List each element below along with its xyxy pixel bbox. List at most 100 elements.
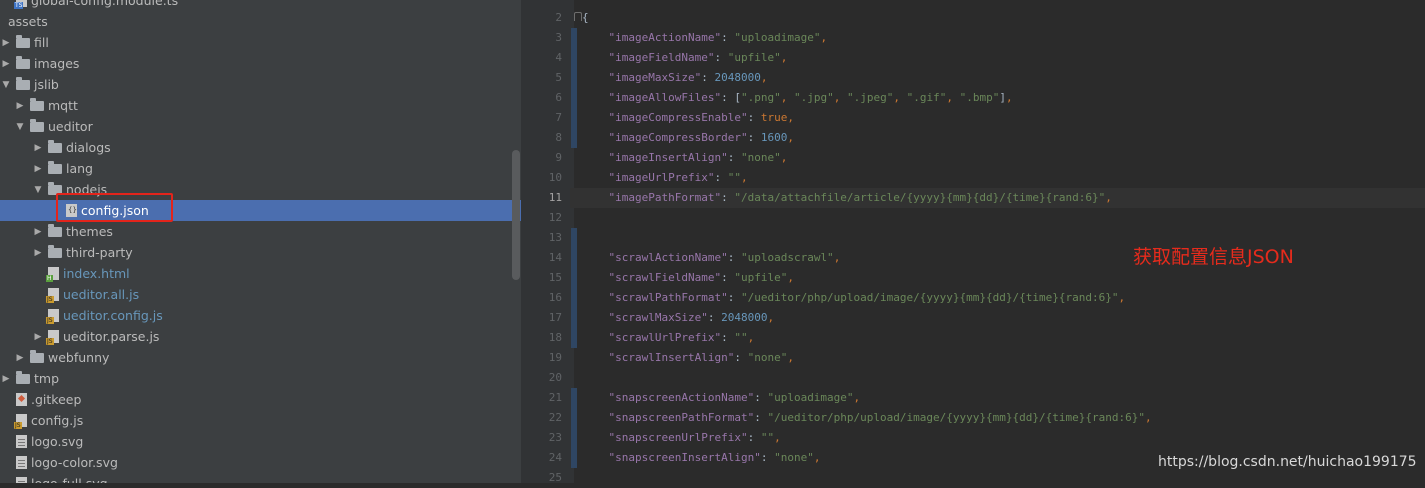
- code-line[interactable]: "imagePathFormat": "/data/attachfile/art…: [582, 188, 1112, 208]
- code-line[interactable]: "imageMaxSize": 2048000,: [582, 68, 768, 88]
- tree-item-index-html[interactable]: index.html: [0, 263, 521, 284]
- code-token: :: [727, 251, 741, 264]
- code-token: :: [707, 311, 722, 324]
- code-line[interactable]: "imageAllowFiles": [".png", ".jpg", ".jp…: [582, 88, 1013, 108]
- tree-item-label: ueditor.all.js: [63, 287, 140, 302]
- code-token: "imageActionName": [608, 31, 722, 44]
- code-token: "imageAllowFiles": [608, 91, 722, 104]
- vcs-change-marker[interactable]: [571, 28, 577, 148]
- chevron-down-icon[interactable]: ▼: [32, 179, 44, 200]
- line-number: 15: [548, 271, 562, 284]
- code-token: :: [727, 291, 741, 304]
- tree-item-dialogs[interactable]: ▶ dialogs: [0, 137, 521, 158]
- folder-icon: [16, 56, 30, 69]
- line-number: 14: [548, 251, 562, 264]
- tree-item-config-js[interactable]: config.js: [0, 410, 521, 431]
- code-line[interactable]: "snapscreenUrlPrefix": "",: [582, 428, 781, 448]
- tree-item-logo-full-svg[interactable]: logo-full.svg: [0, 473, 521, 483]
- tree-item-webfunny[interactable]: ▶ webfunny: [0, 347, 521, 368]
- js-file-icon: [14, 414, 27, 429]
- code-line[interactable]: "imageFieldName": "upfile",: [582, 48, 788, 68]
- chevron-right-icon[interactable]: ▶: [14, 95, 26, 116]
- code-line[interactable]: "snapscreenActionName": "uploadimage",: [582, 388, 861, 408]
- code-token: :: [721, 271, 735, 284]
- tree-item-assets[interactable]: assets: [0, 11, 521, 32]
- tree-item-global-config-module-ts[interactable]: global-config.module.ts: [0, 0, 521, 11]
- tree-item-ueditor-config-js[interactable]: ueditor.config.js: [0, 305, 521, 326]
- code-token: "uploadscrawl": [740, 251, 834, 264]
- tree-item-logo-color-svg[interactable]: logo-color.svg: [0, 452, 521, 473]
- code-line[interactable]: "imageActionName": "uploadimage",: [582, 28, 828, 48]
- code-token: "imageFieldName": [608, 51, 715, 64]
- code-line[interactable]: "snapscreenPathFormat": "/ueditor/php/up…: [582, 408, 1152, 428]
- code-token: :: [754, 411, 768, 424]
- code-line[interactable]: "scrawlInsertAlign": "none",: [582, 348, 794, 368]
- line-number-gutter: 2 3 4 5 6 7 8 9 10 11 12 13 14 15 16 17 18 19 20 21 22 23 24 25: [521, 0, 574, 484]
- code-token: :: [727, 151, 741, 164]
- chevron-down-icon[interactable]: ▼: [14, 116, 26, 137]
- code-token: ,: [1005, 91, 1013, 104]
- tree-item-ueditor-all-js[interactable]: ueditor.all.js: [0, 284, 521, 305]
- folder-icon: [16, 35, 30, 48]
- folder-icon: [16, 77, 30, 90]
- tree-item-jslib[interactable]: ▼ jslib: [0, 74, 521, 95]
- chevron-right-icon[interactable]: ▶: [32, 242, 44, 263]
- tree-item-lang[interactable]: ▶ lang: [0, 158, 521, 179]
- line-number: 6: [555, 91, 562, 104]
- code-line[interactable]: "snapscreenInsertAlign": "none",: [582, 448, 821, 468]
- code-token: ,: [853, 391, 861, 404]
- code-line[interactable]: "scrawlMaxSize": 2048000,: [582, 308, 775, 328]
- annotation-text: 获取配置信息JSON: [1133, 246, 1294, 268]
- code-token: "imagePathFormat": [608, 191, 722, 204]
- code-line[interactable]: "imageInsertAlign": "none",: [582, 148, 788, 168]
- code-token: "imageInsertAlign": [608, 151, 728, 164]
- vcs-change-marker[interactable]: [571, 388, 577, 468]
- code-line[interactable]: "scrawlUrlPrefix": "",: [582, 328, 755, 348]
- tree-item-themes[interactable]: ▶ themes: [0, 221, 521, 242]
- code-line[interactable]: "scrawlActionName": "uploadscrawl",: [582, 248, 841, 268]
- code-line[interactable]: {: [582, 8, 589, 28]
- chevron-right-icon[interactable]: ▶: [32, 221, 44, 242]
- tree-scrollbar[interactable]: [512, 150, 520, 280]
- chevron-right-icon[interactable]: ▶: [14, 347, 26, 368]
- chevron-right-icon[interactable]: ▶: [32, 137, 44, 158]
- chevron-right-icon[interactable]: ▶: [0, 368, 12, 389]
- chevron-right-icon[interactable]: ▶: [0, 32, 12, 53]
- code-line[interactable]: "scrawlFieldName": "upfile",: [582, 268, 794, 288]
- tree-item-ueditor[interactable]: ▼ ueditor: [0, 116, 521, 137]
- code-token: ,: [946, 91, 960, 104]
- tree-item-images[interactable]: ▶ images: [0, 53, 521, 74]
- code-line[interactable]: "scrawlPathFormat": "/ueditor/php/upload…: [582, 288, 1126, 308]
- code-token: "snapscreenActionName": [608, 391, 755, 404]
- line-number: 21: [548, 391, 562, 404]
- chevron-down-icon[interactable]: ▼: [0, 74, 12, 95]
- tree-item-logo-svg[interactable]: logo.svg: [0, 431, 521, 452]
- tree-item-ueditor-parse-js[interactable]: ▶ ueditor.parse.js: [0, 326, 521, 347]
- tree-item-third-party[interactable]: ▶ third-party: [0, 242, 521, 263]
- tree-item-fill[interactable]: ▶ fill: [0, 32, 521, 53]
- code-line[interactable]: "imageUrlPrefix": "",: [582, 168, 748, 188]
- folder-icon: [48, 140, 62, 153]
- tree-item--gitkeep[interactable]: .gitkeep: [0, 389, 521, 410]
- js-file-icon: [46, 309, 59, 324]
- chevron-right-icon[interactable]: ▶: [32, 326, 44, 347]
- tree-item-label: global-config.module.ts: [31, 0, 179, 8]
- tree-item-mqtt[interactable]: ▶ mqtt: [0, 95, 521, 116]
- code-token: "upfile": [734, 271, 788, 284]
- chevron-right-icon[interactable]: ▶: [0, 53, 12, 74]
- tree-item-tmp[interactable]: ▶ tmp: [0, 368, 521, 389]
- vcs-change-marker[interactable]: [571, 228, 577, 348]
- code-line[interactable]: "imageCompressBorder": 1600,: [582, 128, 794, 148]
- chevron-right-icon[interactable]: ▶: [32, 158, 44, 179]
- code-line[interactable]: "imageCompressEnable": true,: [582, 108, 794, 128]
- tree-item-label: ueditor.config.js: [63, 308, 163, 323]
- code-token: ,: [787, 111, 794, 124]
- fold-marker-icon[interactable]: [574, 12, 582, 21]
- tree-item-label: mqtt: [48, 98, 78, 113]
